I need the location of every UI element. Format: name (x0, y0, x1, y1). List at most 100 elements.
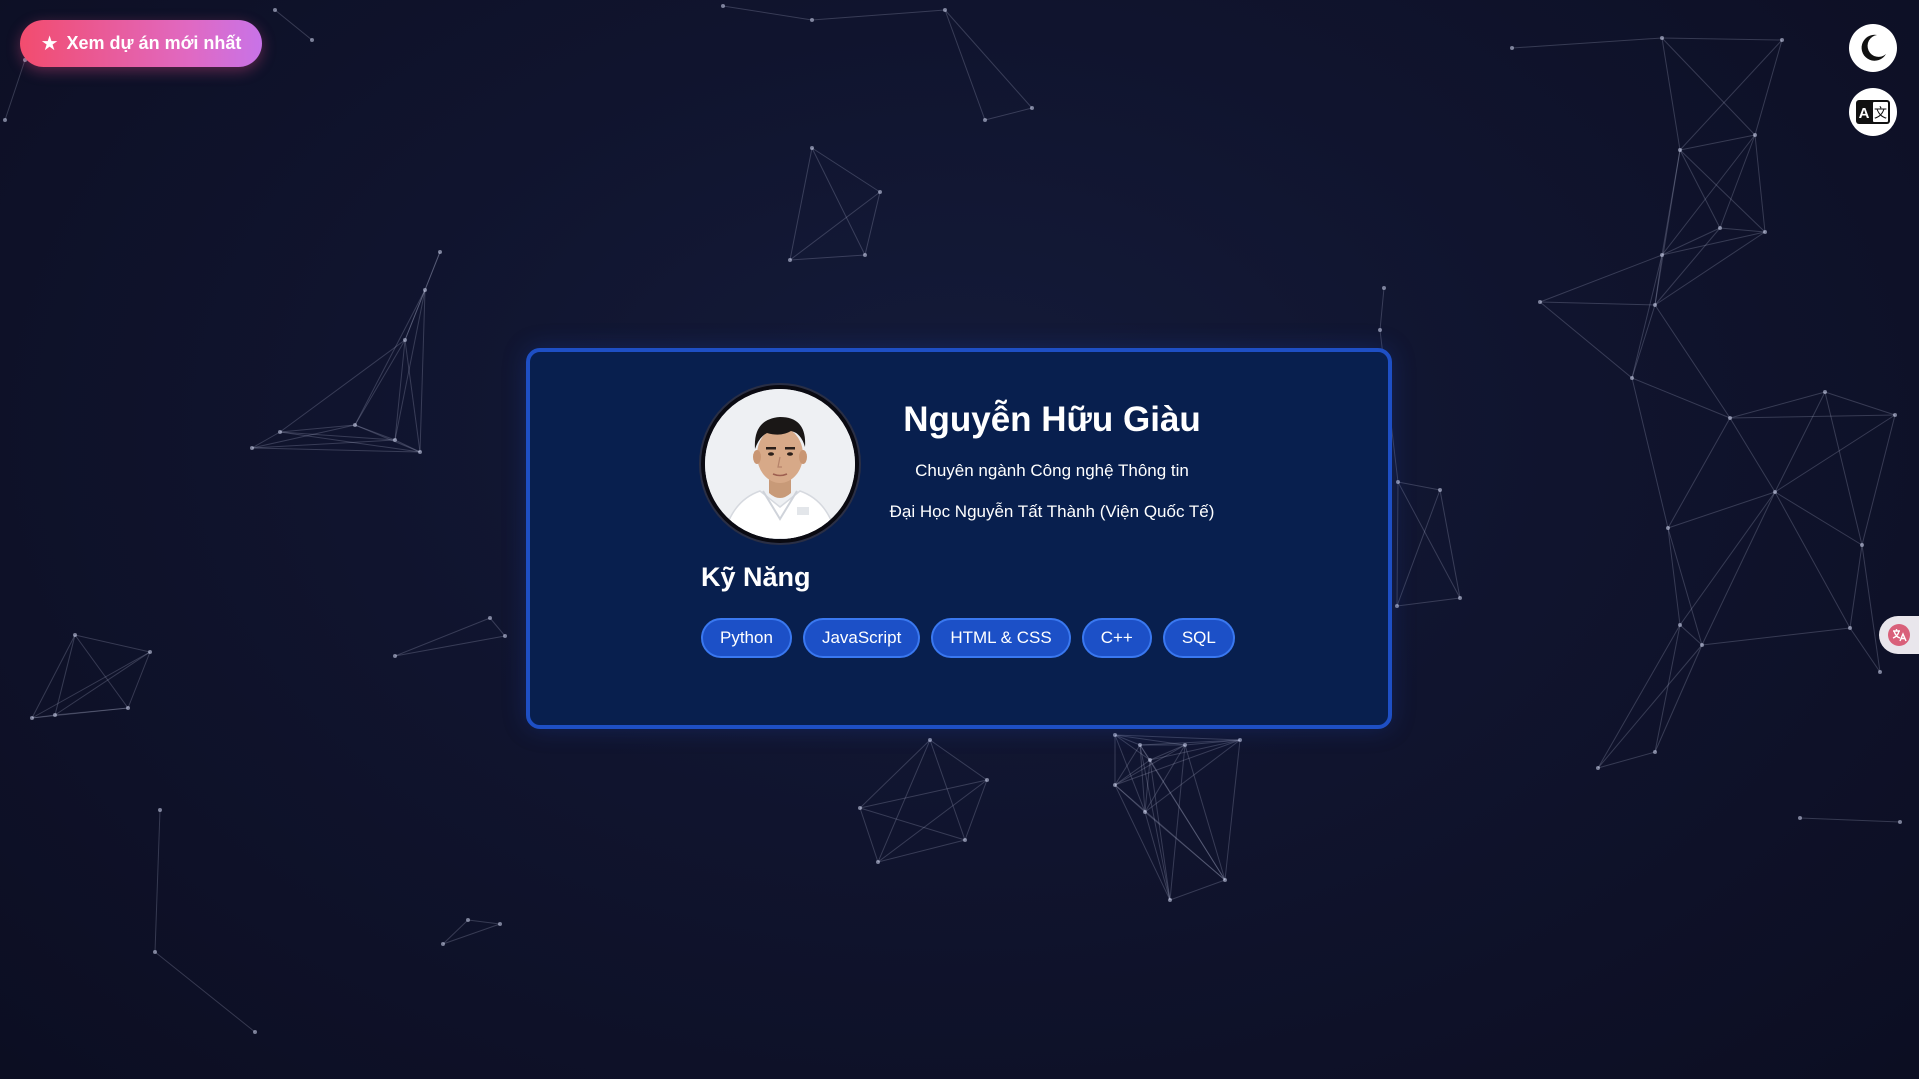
network-dot (53, 713, 57, 717)
skill-tag-javascript[interactable]: JavaScript (802, 618, 921, 658)
network-line (279, 424, 356, 433)
network-dot (253, 1030, 257, 1034)
network-line (1729, 417, 1776, 493)
skill-tag-html-css[interactable]: HTML & CSS (931, 618, 1071, 658)
network-dot (1823, 390, 1827, 394)
network-line (404, 339, 421, 453)
network-line (442, 919, 469, 945)
network-line (1631, 377, 1669, 529)
network-line (1184, 744, 1226, 881)
network-dot (1753, 133, 1757, 137)
network-line (251, 431, 281, 449)
network-line (877, 739, 931, 863)
profile-school: Đại Học Nguyễn Tất Thành (Viện Quốc Tế) (889, 502, 1215, 521)
network-line (1774, 491, 1851, 629)
network-line (1379, 287, 1385, 331)
network-line (1597, 644, 1703, 769)
network-line (489, 617, 506, 637)
network-line (811, 147, 866, 256)
network-dot (310, 38, 314, 42)
network-line (1661, 227, 1721, 256)
network-line (1539, 301, 1633, 379)
network-dot (863, 253, 867, 257)
network-dot (1382, 286, 1386, 290)
network-line (279, 339, 406, 433)
network-line (789, 147, 813, 261)
network-dot (1378, 328, 1382, 332)
network-line (54, 651, 151, 716)
network-line (1654, 304, 1731, 419)
profile-info: Nguyễn Hữu Giàu Chuyên ngành Công nghệ T… (870, 400, 1234, 523)
language-toggle-button[interactable]: A 文 (1849, 88, 1897, 136)
network-dot (73, 633, 77, 637)
network-dot (810, 146, 814, 150)
network-line (1114, 744, 1141, 786)
network-line (929, 739, 966, 841)
network-line (1114, 739, 1241, 786)
network-line (1114, 744, 1186, 786)
network-dot (403, 338, 407, 342)
network-line (859, 807, 879, 863)
network-line (1597, 624, 1681, 769)
network-dot (943, 8, 947, 12)
network-dot (30, 716, 34, 720)
network-line (1661, 37, 1783, 41)
theme-toggle-button[interactable] (1849, 24, 1897, 72)
network-dot (1798, 816, 1802, 820)
side-translate-widget[interactable] (1879, 616, 1919, 654)
network-line (984, 107, 1033, 121)
network-dot (1763, 230, 1767, 234)
network-line (1824, 391, 1896, 416)
network-line (1774, 414, 1896, 493)
network-line (1774, 491, 1863, 546)
network-dot (1660, 36, 1664, 40)
network-line (1439, 489, 1461, 599)
network-line (1397, 481, 1461, 599)
network-dot (1538, 300, 1542, 304)
network-line (154, 809, 161, 953)
network-line (859, 739, 931, 809)
network-line (1701, 627, 1851, 646)
network-dot (1898, 820, 1902, 824)
network-dot (488, 616, 492, 620)
network-line (1861, 544, 1881, 673)
network-dot (858, 806, 862, 810)
network-line (1719, 134, 1756, 229)
network-dot (1438, 488, 1442, 492)
latest-project-button[interactable]: ★ Xem dự án mới nhất (20, 20, 262, 67)
network-line (877, 839, 966, 863)
network-dot (1678, 148, 1682, 152)
network-dot (1653, 750, 1657, 754)
network-line (419, 289, 426, 453)
network-line (1679, 491, 1776, 626)
network-dot (418, 450, 422, 454)
network-dot (148, 650, 152, 654)
translate-icon: A 文 (1856, 100, 1890, 124)
network-dot (273, 8, 277, 12)
network-line (394, 289, 426, 441)
network-line (1719, 227, 1766, 233)
skill-tag-python[interactable]: Python (701, 618, 792, 658)
translate-letter: A (1859, 105, 1870, 122)
skill-tag-cpp[interactable]: C++ (1081, 618, 1152, 658)
network-dot (3, 118, 7, 122)
network-dot (423, 288, 427, 292)
network-line (274, 9, 313, 41)
network-line (722, 5, 813, 21)
network-line (1654, 644, 1703, 753)
network-line (1511, 37, 1663, 49)
network-line (1597, 751, 1656, 769)
network-line (74, 634, 151, 653)
network-line (1679, 149, 1721, 229)
network-dot (393, 438, 397, 442)
translate-glyph: 文 (1874, 107, 1887, 122)
network-line (1667, 527, 1703, 646)
network-dot (1223, 878, 1227, 882)
network-dot (503, 634, 507, 638)
skill-tag-sql[interactable]: SQL (1162, 618, 1235, 658)
network-dot (1780, 38, 1784, 42)
network-dot (353, 423, 357, 427)
network-line (1799, 817, 1901, 823)
network-line (467, 919, 501, 925)
network-line (1169, 879, 1226, 901)
